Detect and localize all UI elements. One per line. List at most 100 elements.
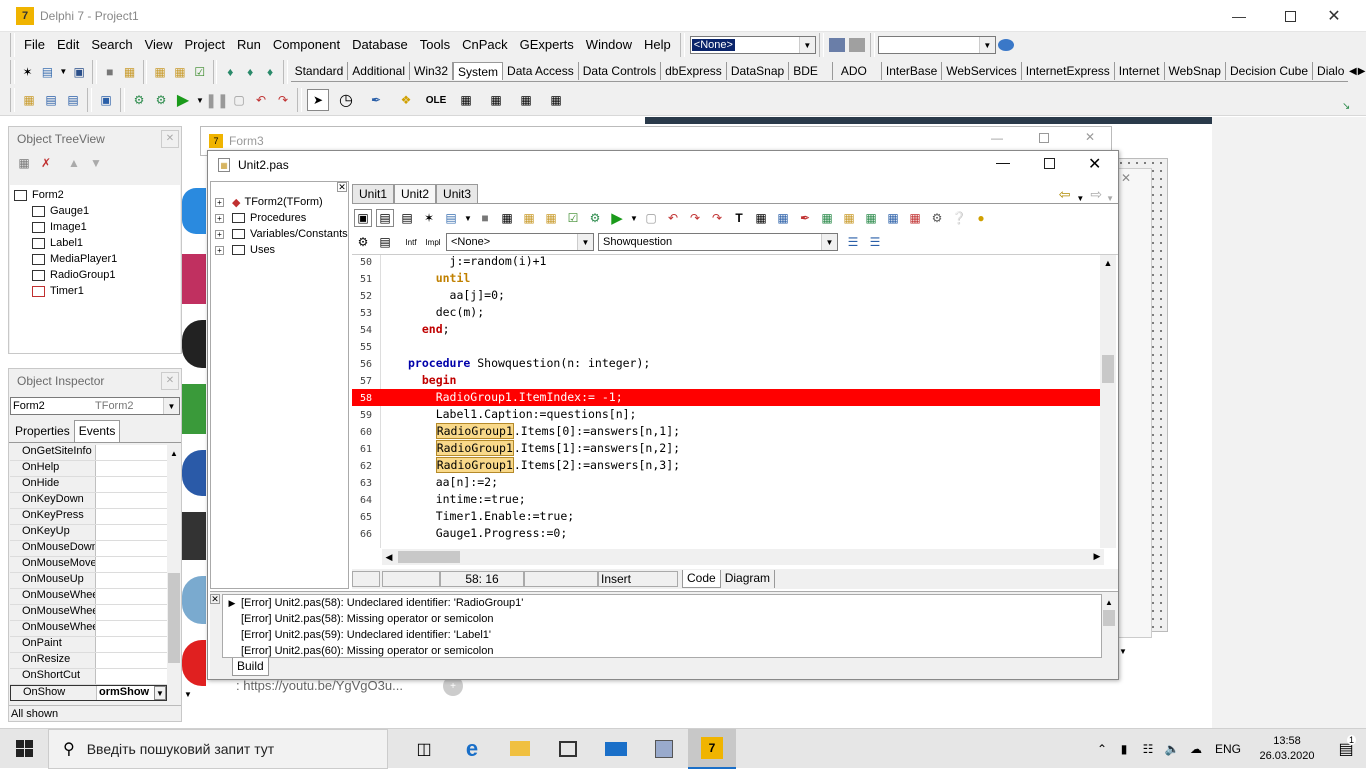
chevron-down-icon[interactable]: ▼ <box>630 209 638 227</box>
save-icon[interactable]: ▣ <box>71 63 87 81</box>
tab-build[interactable]: Build <box>232 658 269 676</box>
event-row[interactable]: OnMouseMove <box>10 557 167 573</box>
event-value[interactable] <box>96 477 167 492</box>
arrow-down-icon[interactable]: ▼ <box>87 154 105 172</box>
debug-icon[interactable]: ⚙ <box>586 209 604 227</box>
event-row[interactable]: OnKeyDown <box>10 493 167 509</box>
open-icon[interactable]: ▤ <box>40 63 56 81</box>
pointer-icon[interactable]: ➤ <box>307 89 329 111</box>
tree-item[interactable]: Image1 <box>10 219 180 235</box>
arrow-up-icon[interactable]: ▲ <box>1102 596 1116 610</box>
tree-item[interactable]: Label1 <box>10 235 180 251</box>
expand-icon[interactable]: + <box>215 229 224 239</box>
menu-search[interactable]: Search <box>85 32 138 58</box>
tree-item[interactable]: Timer1 <box>10 283 180 299</box>
palette-tab-system[interactable]: System <box>453 62 504 80</box>
compile-icon[interactable]: ▦ <box>498 209 516 227</box>
menu-database[interactable]: Database <box>346 32 414 58</box>
event-row[interactable]: OnMouseWhee <box>10 605 167 621</box>
checklist-icon[interactable]: ☑ <box>564 209 582 227</box>
explorer-item[interactable]: + Uses <box>211 242 348 258</box>
minimize-icon[interactable]: — <box>996 154 1010 170</box>
stop-icon[interactable]: ▢ <box>230 91 248 109</box>
palette-tab-dbexpress[interactable]: dbExpress <box>661 62 727 80</box>
event-value[interactable] <box>96 557 167 572</box>
battery-icon[interactable]: ▮ <box>1112 742 1136 756</box>
tree-item[interactable]: RadioGroup1 <box>10 267 180 283</box>
menu-component[interactable]: Component <box>267 32 346 58</box>
arrow-right-icon[interactable]: ▶ <box>1090 549 1104 563</box>
code-line[interactable]: 55 <box>352 338 1104 355</box>
tree-item[interactable]: MediaPlayer1 <box>10 251 180 267</box>
code-line[interactable]: 50 j:=random(i)+1 <box>352 255 1104 270</box>
open-project-icon[interactable]: ▦ <box>122 63 138 81</box>
code-line[interactable]: 57 begin <box>352 372 1104 389</box>
close-icon[interactable]: ✕ <box>337 182 347 192</box>
palette-tab-additional[interactable]: Additional <box>348 62 410 80</box>
tab-diagram[interactable]: Diagram <box>721 570 776 588</box>
chevron-up-icon[interactable]: ⌃ <box>1092 742 1112 756</box>
explorer-item[interactable]: + ◆ TForm2(TForm) <box>211 194 348 210</box>
event-row[interactable]: OnMouseDown <box>10 541 167 557</box>
photos-button[interactable] <box>640 729 688 769</box>
start-button[interactable] <box>0 729 48 769</box>
palette-tab-data-controls[interactable]: Data Controls <box>579 62 662 80</box>
tab-unit1[interactable]: Unit1 <box>352 184 395 203</box>
tool-icon[interactable]: ⚙ <box>354 233 372 251</box>
delphi-taskbar-button[interactable]: 7 <box>688 728 736 769</box>
debug-icon[interactable]: ⚙ <box>130 91 148 109</box>
scroll-right-icon[interactable]: ▶ <box>1357 66 1366 77</box>
form-icon[interactable]: ▤ <box>376 209 394 227</box>
expand-icon[interactable]: + <box>215 197 224 207</box>
minimize-icon[interactable]: — <box>1228 6 1250 26</box>
code-line[interactable]: 66 Gauge1.Progress:=0; <box>352 525 1104 542</box>
event-row[interactable]: OnGetSiteInfo <box>10 445 167 461</box>
debug-combo[interactable]: ▼ <box>877 36 996 54</box>
paintbox-icon[interactable]: ✒ <box>363 91 389 109</box>
menu-gexperts[interactable]: GExperts <box>514 32 580 58</box>
minimize-icon[interactable]: — <box>991 131 1003 145</box>
maximize-icon[interactable] <box>1280 6 1300 26</box>
desktop-combo[interactable]: <None> ▼ <box>689 36 816 54</box>
close-icon[interactable]: ✕ <box>1323 5 1345 27</box>
run-icon[interactable]: ▶ <box>174 91 192 109</box>
tool-icon[interactable]: ▦ <box>862 209 880 227</box>
event-value[interactable] <box>96 525 167 540</box>
tab-code[interactable]: Code <box>682 570 721 588</box>
new-icon[interactable]: ✶ <box>20 63 36 81</box>
tool-icon[interactable]: ▦ <box>840 209 858 227</box>
code-line[interactable]: 52 aa[j]=0; <box>352 287 1104 304</box>
close-icon[interactable]: ✕ <box>161 130 179 148</box>
arrow-up-icon[interactable]: ▲ <box>167 447 181 461</box>
event-value[interactable] <box>96 509 167 524</box>
help-book-icon[interactable]: ♦ <box>242 63 258 81</box>
code-line[interactable]: 64 intime:=true; <box>352 491 1104 508</box>
tool-icon[interactable]: ▦ <box>774 209 792 227</box>
save-all-icon[interactable]: ■ <box>102 63 118 81</box>
step-over-icon[interactable]: ↷ <box>686 209 704 227</box>
chevron-down-icon[interactable]: ▼ <box>821 234 837 250</box>
message-row[interactable]: [Error] Unit2.pas(58): Missing operator … <box>223 611 1101 627</box>
language-indicator[interactable]: ENG <box>1208 742 1248 756</box>
events-scrollbar[interactable]: ▲ ▼ <box>167 445 192 701</box>
checklist-icon[interactable]: ☑ <box>192 63 208 81</box>
message-row[interactable]: [Error] Unit2.pas(60): Missing operator … <box>223 643 1101 659</box>
new-item-icon[interactable]: ▦ <box>15 154 33 172</box>
new-form-icon[interactable]: ▣ <box>97 91 115 109</box>
scroll-thumb[interactable] <box>398 551 460 563</box>
chevron-down-icon[interactable]: ▼ <box>1106 194 1114 203</box>
code-vscrollbar[interactable]: ▲ ▼ <box>1100 255 1116 548</box>
run-icon[interactable]: ▶ <box>608 209 626 227</box>
event-row[interactable]: OnPaint <box>10 637 167 653</box>
chevron-down-icon[interactable]: ▼ <box>798 37 815 53</box>
code-line[interactable]: 58 RadioGroup1.ItemIndex:= -1; <box>352 389 1104 406</box>
palette-tab-data-access[interactable]: Data Access <box>503 62 579 80</box>
set-debug-desktop-icon[interactable] <box>997 39 1014 51</box>
palette-tab-interbase[interactable]: InterBase <box>882 62 943 80</box>
close-icon[interactable]: ✕ <box>1088 154 1101 174</box>
event-row[interactable]: OnKeyPress <box>10 509 167 525</box>
edge-button[interactable]: e <box>448 729 496 769</box>
open-icon[interactable]: ▤ <box>398 209 416 227</box>
code-line[interactable]: 63 aa[n]:=2; <box>352 474 1104 491</box>
gear-icon[interactable]: ⚙ <box>152 91 170 109</box>
